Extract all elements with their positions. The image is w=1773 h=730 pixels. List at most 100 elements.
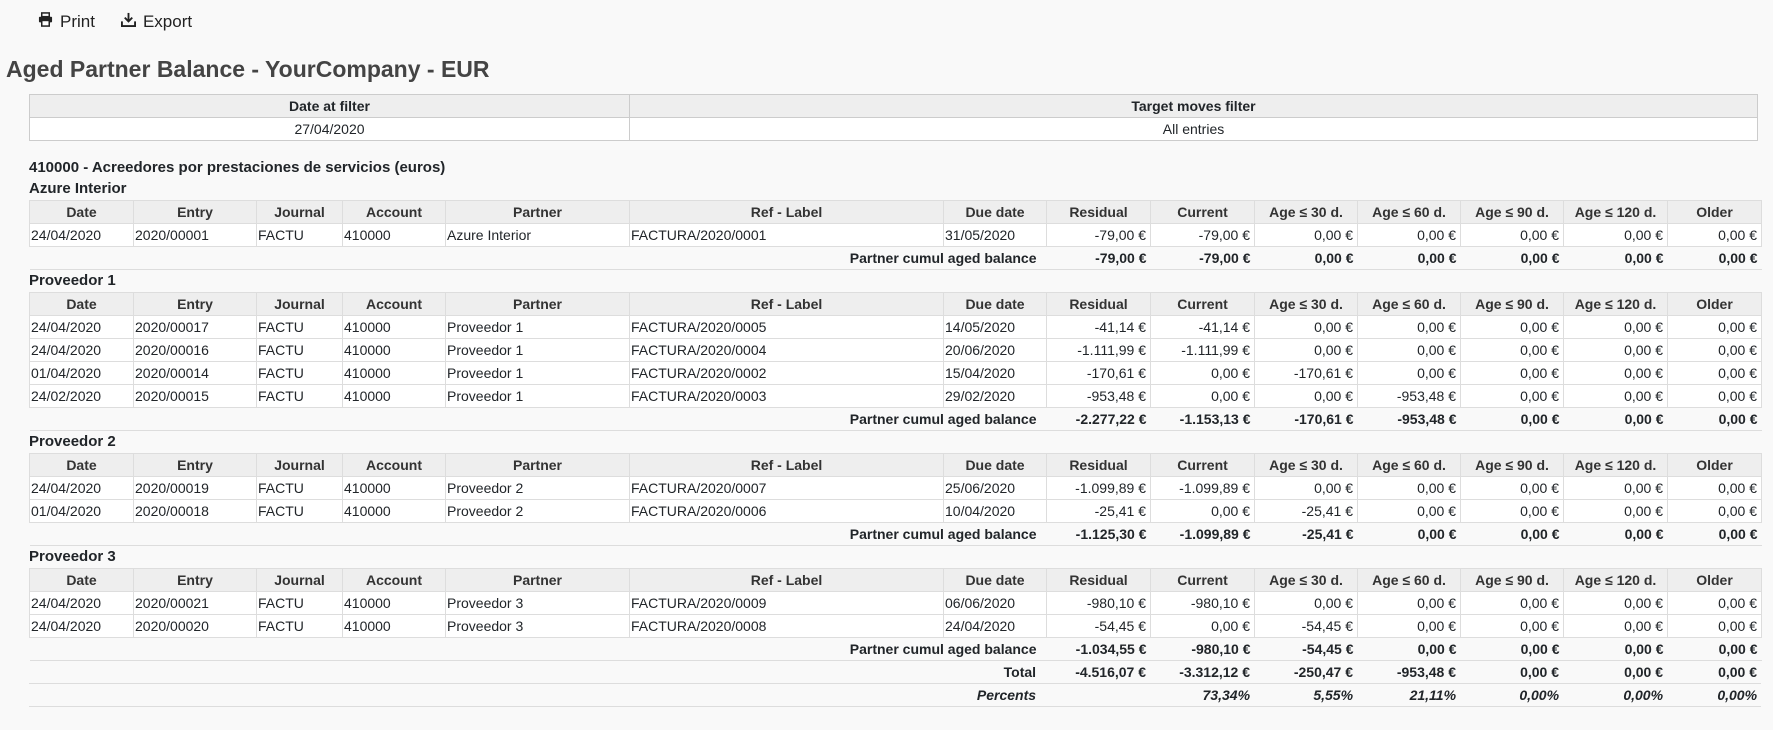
cell-older: 0,00 € — [1667, 476, 1762, 500]
cell-current: -1.111,99 € — [1150, 338, 1255, 362]
cell-ref-label: FACTURA/2020/0001 — [629, 223, 944, 247]
cell-ref-label: FACTURA/2020/0003 — [629, 384, 944, 408]
cell-due-date: 10/04/2020 — [943, 499, 1047, 523]
cell-account: 410000 — [342, 499, 446, 523]
column-header-current: Current — [1150, 200, 1255, 224]
print-button[interactable]: Print — [38, 12, 95, 32]
total-age60: -953,48 € — [1357, 661, 1461, 684]
cell-age120: 0,00 € — [1563, 614, 1668, 638]
cell-age30: 0,00 € — [1254, 223, 1358, 247]
column-header-current: Current — [1150, 453, 1255, 477]
column-header-partner: Partner — [445, 453, 630, 477]
column-header-residual: Residual — [1046, 200, 1151, 224]
download-icon — [120, 12, 136, 32]
column-header-date: Date — [29, 292, 134, 316]
page-title: Aged Partner Balance - YourCompany - EUR — [6, 56, 490, 82]
column-header-ref-label: Ref - Label — [629, 453, 944, 477]
total-age90: 0,00 € — [1460, 661, 1564, 684]
cumul-older: 0,00 € — [1667, 522, 1762, 546]
table-row: 24/02/2020 2020/00015 FACTU 410000 Proveedor… — [29, 384, 1762, 408]
filter-value-date: 27/04/2020 — [29, 117, 630, 141]
percents-label: Percents — [29, 683, 1047, 707]
cumul-current: -1.153,13 € — [1150, 407, 1255, 431]
cell-age30: 0,00 € — [1254, 315, 1358, 339]
cumul-age30: -54,45 € — [1254, 637, 1358, 661]
cell-current: -41,14 € — [1150, 315, 1255, 339]
column-header-ref-label: Ref - Label — [629, 292, 944, 316]
cell-date: 01/04/2020 — [29, 361, 134, 385]
column-header-older: Older — [1667, 292, 1762, 316]
table-row: 24/04/2020 2020/00021 FACTU 410000 Proveedor… — [29, 591, 1762, 615]
cell-due-date: 24/04/2020 — [943, 614, 1047, 638]
cell-ref-label: FACTURA/2020/0008 — [629, 614, 944, 638]
cell-entry: 2020/00016 — [133, 338, 257, 362]
cumul-older: 0,00 € — [1667, 246, 1762, 270]
partner-cumul-row: Partner cumul aged balance -1.034,55 € -98… — [29, 637, 1762, 661]
cumul-age60: 0,00 € — [1357, 522, 1461, 546]
cell-residual: -980,10 € — [1046, 591, 1151, 615]
cell-date: 01/04/2020 — [29, 499, 134, 523]
cumul-age90: 0,00 € — [1460, 522, 1564, 546]
print-icon — [38, 12, 53, 32]
column-header-older: Older — [1667, 453, 1762, 477]
cell-current: -1.099,89 € — [1150, 476, 1255, 500]
cell-age90: 0,00 € — [1460, 315, 1564, 339]
cell-older: 0,00 € — [1667, 315, 1762, 339]
cumul-older: 0,00 € — [1667, 637, 1762, 661]
cell-account: 410000 — [342, 476, 446, 500]
partner-title: Azure Interior — [29, 180, 127, 197]
cell-age90: 0,00 € — [1460, 614, 1564, 638]
print-label: Print — [60, 12, 95, 31]
cell-account: 410000 — [342, 384, 446, 408]
cell-entry: 2020/00020 — [133, 614, 257, 638]
cell-age90: 0,00 € — [1460, 338, 1564, 362]
cell-entry: 2020/00017 — [133, 315, 257, 339]
table-row: 01/04/2020 2020/00018 FACTU 410000 Proveedor… — [29, 499, 1762, 523]
total-age30: -250,47 € — [1254, 661, 1358, 684]
cell-age60: -953,48 € — [1357, 384, 1461, 408]
cell-age120: 0,00 € — [1563, 476, 1668, 500]
column-header-age30: Age ≤ 30 d. — [1254, 200, 1358, 224]
export-button[interactable]: Export — [120, 12, 193, 32]
cell-journal: FACTU — [256, 591, 343, 615]
cell-due-date: 15/04/2020 — [943, 361, 1047, 385]
percents-row: Percents 73,34% 5,55% 21,11% 0,00% 0,00%… — [29, 683, 1762, 707]
cell-age30: 0,00 € — [1254, 338, 1358, 362]
cumul-age60: 0,00 € — [1357, 637, 1461, 661]
cell-entry: 2020/00014 — [133, 361, 257, 385]
column-header-current: Current — [1150, 568, 1255, 592]
column-header-older: Older — [1667, 568, 1762, 592]
cumul-age30: -170,61 € — [1254, 407, 1358, 431]
filter-header-target: Target moves filter — [629, 94, 1758, 118]
cell-journal: FACTU — [256, 384, 343, 408]
cell-due-date: 14/05/2020 — [943, 315, 1047, 339]
totals-table: Total -4.516,07 € -3.312,12 € -250,47 € … — [29, 661, 1762, 707]
cell-ref-label: FACTURA/2020/0005 — [629, 315, 944, 339]
filter-header-date: Date at filter — [29, 94, 630, 118]
column-header-residual: Residual — [1046, 568, 1151, 592]
column-header-age120: Age ≤ 120 d. — [1563, 453, 1668, 477]
cell-age30: 0,00 € — [1254, 476, 1358, 500]
cell-age120: 0,00 € — [1563, 384, 1668, 408]
cell-age90: 0,00 € — [1460, 499, 1564, 523]
total-label: Total — [29, 661, 1047, 684]
cell-ref-label: FACTURA/2020/0004 — [629, 338, 944, 362]
cell-residual: -953,48 € — [1046, 384, 1151, 408]
cell-older: 0,00 € — [1667, 338, 1762, 362]
cell-age60: 0,00 € — [1357, 338, 1461, 362]
cell-partner: Proveedor 1 — [445, 315, 630, 339]
column-header-age60: Age ≤ 60 d. — [1357, 453, 1461, 477]
cell-older: 0,00 € — [1667, 223, 1762, 247]
cell-date: 24/04/2020 — [29, 476, 134, 500]
cell-journal: FACTU — [256, 315, 343, 339]
total-age120: 0,00 € — [1563, 661, 1668, 684]
cumul-age120: 0,00 € — [1563, 637, 1668, 661]
cell-date: 24/04/2020 — [29, 614, 134, 638]
report-toolbar: Print Export — [38, 12, 192, 32]
cell-entry: 2020/00019 — [133, 476, 257, 500]
column-header-older: Older — [1667, 200, 1762, 224]
cell-age120: 0,00 € — [1563, 338, 1668, 362]
table-row: 24/04/2020 2020/00019 FACTU 410000 Proveedor… — [29, 476, 1762, 500]
cell-ref-label: FACTURA/2020/0006 — [629, 499, 944, 523]
export-label: Export — [142, 12, 193, 31]
